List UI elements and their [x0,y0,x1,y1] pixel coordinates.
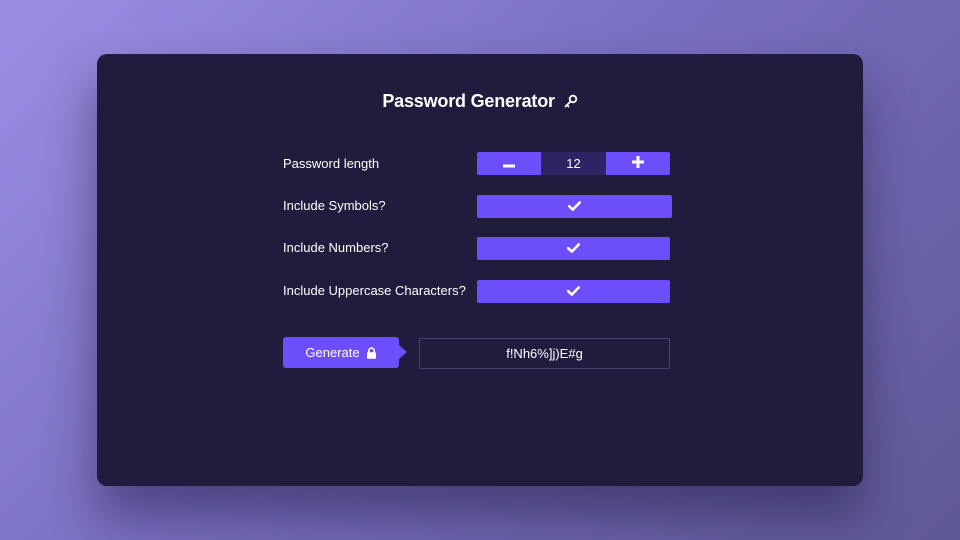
include-symbols-label: Include Symbols? [283,198,386,213]
password-length-stepper: 12 [477,152,670,175]
plus-icon [632,155,644,173]
include-uppercase-label: Include Uppercase Characters? [283,283,466,298]
decrement-button[interactable] [477,152,541,175]
include-numbers-toggle[interactable] [477,237,670,260]
check-icon [567,198,582,216]
password-length-value[interactable]: 12 [541,152,606,175]
include-uppercase-toggle[interactable] [477,280,670,303]
generate-label: Generate [305,345,360,360]
increment-button[interactable] [606,152,670,175]
title-text: Password Generator [382,91,555,111]
password-generator-card: Password Generator Password length 12 In… [97,54,863,486]
minus-icon [503,155,515,173]
check-icon [566,283,581,301]
check-icon [566,240,581,258]
include-numbers-label: Include Numbers? [283,240,389,255]
include-symbols-toggle[interactable] [477,195,672,218]
generated-password-output[interactable]: f!Nh6%]j)E#g [419,338,670,369]
page-title: Password Generator [97,91,863,112]
lock-icon [366,346,377,359]
password-length-label: Password length [283,156,380,171]
key-icon [564,92,578,108]
generate-button[interactable]: Generate [283,337,407,368]
